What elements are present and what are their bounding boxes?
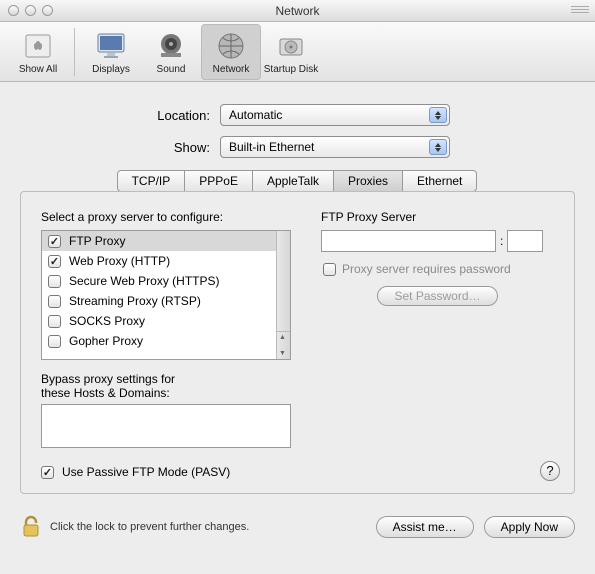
toolbar-label: Displays: [92, 64, 130, 75]
apply-now-button[interactable]: Apply Now: [484, 516, 575, 538]
checkbox-icon[interactable]: [41, 466, 54, 479]
speaker-icon: [154, 29, 188, 63]
proxy-row-rtsp[interactable]: Streaming Proxy (RTSP): [42, 291, 290, 311]
location-value: Automatic: [229, 108, 282, 122]
proxy-row-label: FTP Proxy: [69, 234, 125, 248]
bypass-label-2: these Hosts & Domains:: [41, 386, 291, 400]
chevrons-icon: [429, 139, 447, 155]
bypass-label-1: Bypass proxy settings for: [41, 372, 291, 386]
assist-me-button[interactable]: Assist me…: [376, 516, 474, 538]
location-label: Location:: [20, 108, 220, 123]
checkbox-icon[interactable]: [323, 263, 336, 276]
help-button[interactable]: ?: [540, 461, 560, 481]
requires-password-row[interactable]: Proxy server requires password: [323, 262, 554, 276]
proxy-listbox[interactable]: FTP Proxy Web Proxy (HTTP) Secure Web Pr…: [41, 230, 291, 360]
checkbox-icon[interactable]: [48, 255, 61, 268]
proxy-row-label: Secure Web Proxy (HTTPS): [69, 274, 219, 288]
toolbar-label: Show All: [19, 64, 57, 75]
proxy-row-https[interactable]: Secure Web Proxy (HTTPS): [42, 271, 290, 291]
proxy-row-label: Streaming Proxy (RTSP): [69, 294, 201, 308]
proxy-row-socks[interactable]: SOCKS Proxy: [42, 311, 290, 331]
chevrons-icon: [429, 107, 447, 123]
scroll-stepper[interactable]: [276, 331, 290, 359]
toolbar-item-displays[interactable]: Displays: [81, 24, 141, 80]
proxy-row-http[interactable]: Web Proxy (HTTP): [42, 251, 290, 271]
toolbar-label: Sound: [157, 64, 186, 75]
checkbox-icon[interactable]: [48, 315, 61, 328]
toolbar-item-startup-disk[interactable]: Startup Disk: [261, 24, 321, 80]
scrollbar[interactable]: [276, 231, 290, 359]
titlebar: Network: [0, 0, 595, 22]
toolbar-item-network[interactable]: Network: [201, 24, 261, 80]
proxy-row-ftp[interactable]: FTP Proxy: [42, 231, 290, 251]
requires-password-label: Proxy server requires password: [342, 262, 511, 276]
window-title: Network: [0, 4, 595, 18]
location-select[interactable]: Automatic: [220, 104, 450, 126]
set-password-button[interactable]: Set Password…: [377, 286, 497, 306]
toolbar-grabber: [571, 6, 589, 14]
tab-appletalk[interactable]: AppleTalk: [252, 170, 334, 192]
show-label: Show:: [20, 140, 220, 155]
checkbox-icon[interactable]: [48, 275, 61, 288]
toolbar-item-sound[interactable]: Sound: [141, 24, 201, 80]
tab-ethernet[interactable]: Ethernet: [402, 170, 477, 192]
proxy-list-heading: Select a proxy server to configure:: [41, 210, 291, 224]
proxy-row-label: SOCKS Proxy: [69, 314, 145, 328]
bypass-textarea[interactable]: [41, 404, 291, 448]
tab-pppoe[interactable]: PPPoE: [184, 170, 253, 192]
port-separator: :: [500, 234, 503, 248]
show-value: Built-in Ethernet: [229, 140, 314, 154]
apple-prefs-icon: [21, 29, 55, 63]
tabbar: TCP/IP PPPoE AppleTalk Proxies Ethernet: [20, 170, 575, 192]
toolbar-item-show-all[interactable]: Show All: [8, 24, 68, 80]
toolbar-label: Startup Disk: [264, 64, 318, 75]
pasv-row[interactable]: Use Passive FTP Mode (PASV): [41, 465, 291, 479]
checkbox-icon[interactable]: [48, 235, 61, 248]
checkbox-icon[interactable]: [48, 295, 61, 308]
lock-text: Click the lock to prevent further change…: [50, 521, 249, 533]
drive-icon: [274, 29, 308, 63]
show-select[interactable]: Built-in Ethernet: [220, 136, 450, 158]
proxy-host-input[interactable]: [321, 230, 496, 252]
server-heading: FTP Proxy Server: [321, 210, 554, 224]
toolbar-separator: [74, 28, 75, 76]
toolbar: Show All Displays Sound Network Startup …: [0, 22, 595, 82]
proxy-port-input[interactable]: [507, 230, 543, 252]
footer: Click the lock to prevent further change…: [0, 504, 595, 540]
proxies-panel: Select a proxy server to configure: FTP …: [20, 191, 575, 494]
pasv-label: Use Passive FTP Mode (PASV): [62, 465, 230, 479]
toolbar-label: Network: [213, 64, 250, 75]
tab-tcpip[interactable]: TCP/IP: [117, 170, 186, 192]
display-icon: [94, 29, 128, 63]
globe-icon: [214, 29, 248, 63]
proxy-row-label: Web Proxy (HTTP): [69, 254, 170, 268]
checkbox-icon[interactable]: [48, 335, 61, 348]
proxy-row-gopher[interactable]: Gopher Proxy: [42, 331, 290, 351]
proxy-row-label: Gopher Proxy: [69, 334, 143, 348]
lock-icon[interactable]: [20, 514, 42, 540]
tab-proxies[interactable]: Proxies: [333, 170, 403, 192]
